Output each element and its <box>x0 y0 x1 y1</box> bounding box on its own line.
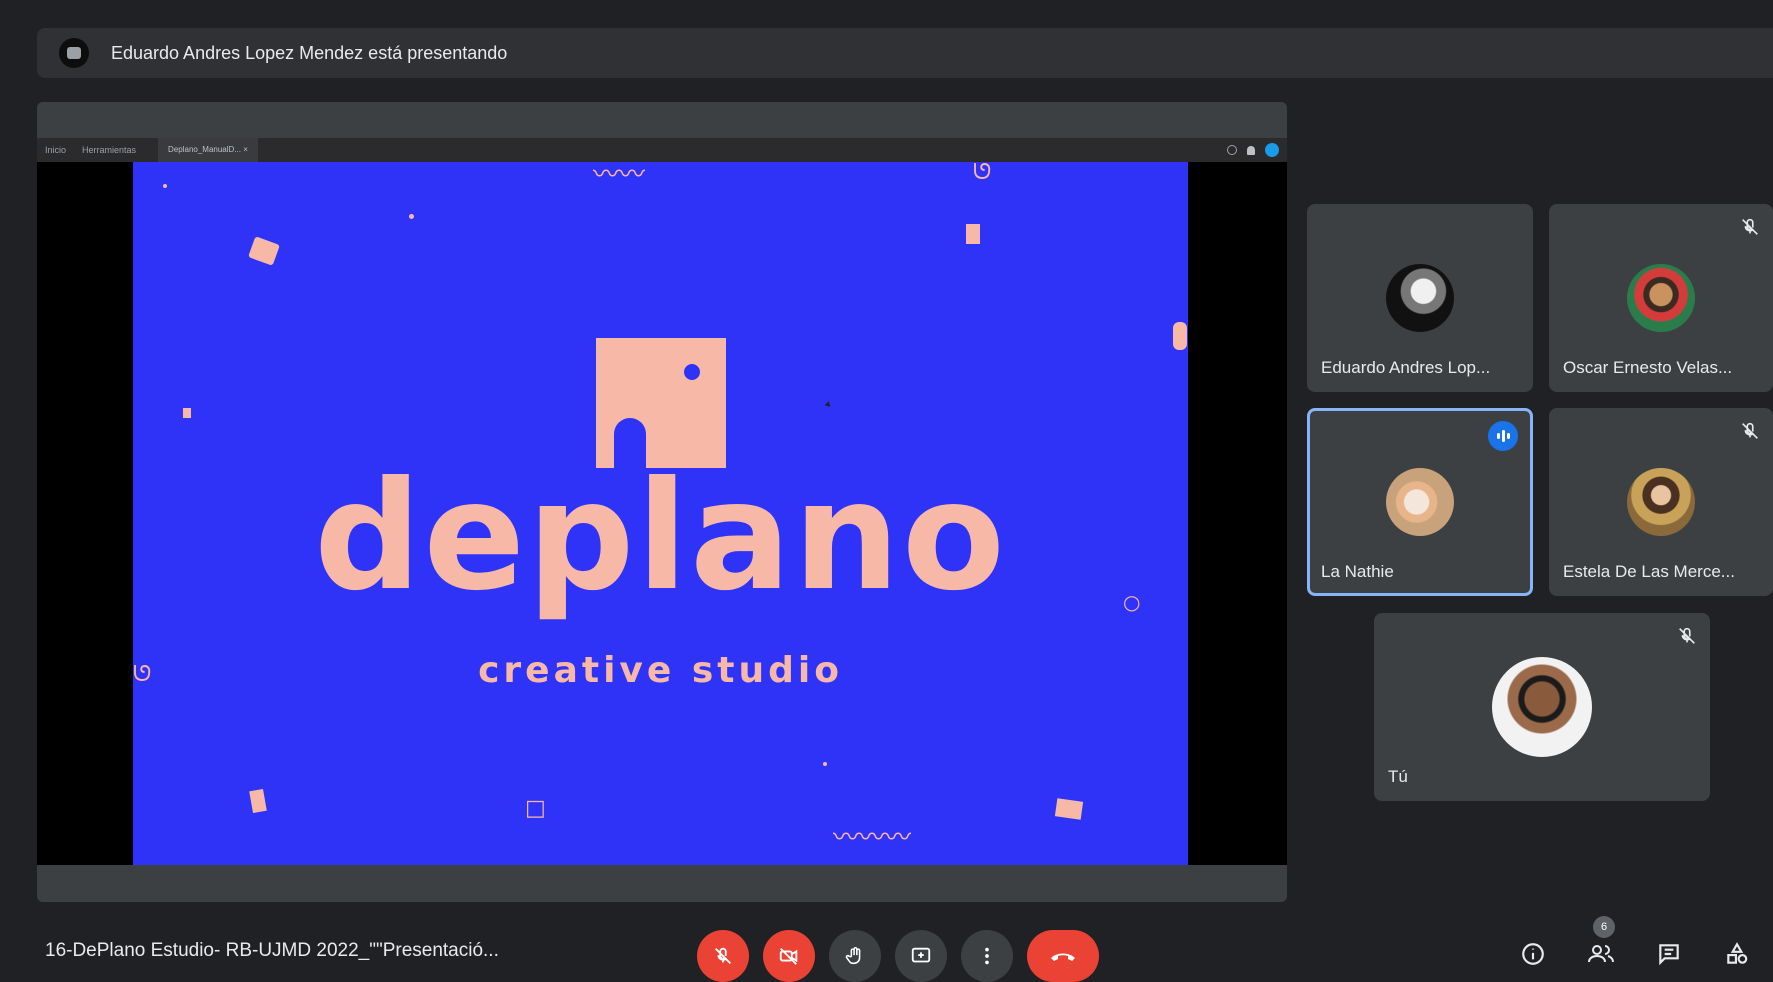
people-icon <box>1588 945 1614 963</box>
presenting-text: Eduardo Andres Lopez Mendez está present… <box>111 42 508 63</box>
info-icon <box>1522 943 1544 965</box>
more-vert-icon <box>985 947 989 965</box>
squiggle-shape: ᘎ <box>973 162 992 185</box>
confetti-shape <box>1054 798 1084 820</box>
participant-count-badge: 6 <box>1593 916 1615 938</box>
avatar <box>1386 264 1454 332</box>
account-avatar <box>1265 143 1279 157</box>
slide-wordmark: deplano <box>314 450 1007 624</box>
participant-tile[interactable]: Estela De Las Merce... <box>1549 408 1773 596</box>
slide-viewer: 〰〰 〰〰〰 ᘎ ᘎ ○ □ deplano creative studio <box>37 162 1287 865</box>
chat-button[interactable] <box>1651 936 1687 972</box>
presenting-banner: Eduardo Andres Lopez Mendez está present… <box>37 28 1773 78</box>
mic-toggle-button[interactable] <box>697 930 749 982</box>
hand-icon <box>845 947 861 965</box>
squiggle-shape: □ <box>525 796 546 821</box>
speaking-indicator-icon <box>1488 421 1518 451</box>
more-options-button[interactable] <box>961 930 1013 982</box>
confetti-shape <box>249 788 267 814</box>
participant-tile-active-speaker[interactable]: La Nathie <box>1307 408 1533 596</box>
confetti-dot <box>409 214 414 219</box>
chat-icon <box>1659 944 1679 966</box>
browser-menu-item: Inicio <box>45 145 67 155</box>
meet-window: Eduardo Andres Lopez Mendez está present… <box>0 0 1773 982</box>
meeting-details-button[interactable] <box>1515 936 1551 972</box>
confetti-shape <box>966 224 980 244</box>
raise-hand-button[interactable] <box>829 930 881 982</box>
slide: 〰〰 〰〰〰 ᘎ ᘎ ○ □ deplano creative studio <box>133 162 1188 865</box>
confetti-dot <box>823 762 827 766</box>
mic-off-icon <box>1679 627 1695 644</box>
call-controls <box>697 930 1099 982</box>
participant-tile[interactable]: Eduardo Andres Lop... <box>1307 204 1533 392</box>
mic-off-icon <box>1742 218 1758 235</box>
activities-icon <box>1727 942 1748 964</box>
avatar <box>1627 468 1695 536</box>
leave-call-button[interactable] <box>1027 930 1099 982</box>
side-panel-buttons: 6 <box>1515 916 1755 972</box>
activities-button[interactable] <box>1719 936 1755 972</box>
participant-name: Estela De Las Merce... <box>1563 562 1735 581</box>
presenter-avatar <box>59 38 89 68</box>
hangup-icon <box>1051 953 1075 961</box>
camera-off-icon <box>779 948 798 965</box>
presentation-stage[interactable]: Inicio Herramientas Deplano_ManualD... × <box>37 102 1287 902</box>
mic-off-icon <box>715 947 731 964</box>
people-button[interactable]: 6 <box>1583 916 1619 972</box>
present-screen-icon <box>911 947 931 963</box>
participant-name: La Nathie <box>1321 562 1394 581</box>
avatar <box>1492 657 1592 757</box>
confetti-dot <box>163 184 167 188</box>
participant-name: Eduardo Andres Lop... <box>1321 358 1491 377</box>
meeting-title: 16-DePlano Estudio- RB-UJMD 2022_""Prese… <box>45 940 499 961</box>
mouse-cursor-icon <box>824 401 833 409</box>
participant-tile[interactable]: Oscar Ernesto Velas... <box>1549 204 1773 392</box>
squiggle-shape: 〰〰〰 <box>833 823 912 853</box>
confetti-shape <box>1173 322 1187 350</box>
bell-icon <box>1247 145 1255 155</box>
participant-tile-self[interactable]: Tú <box>1374 613 1710 801</box>
browser-tab: Deplano_ManualD... × <box>158 138 258 162</box>
browser-menu-item: Herramientas <box>82 145 137 155</box>
camera-toggle-button[interactable] <box>763 930 815 982</box>
slide-tagline: creative studio <box>478 650 843 691</box>
confetti-shape <box>183 408 191 418</box>
avatar <box>1386 468 1454 536</box>
participant-name: Tú <box>1388 767 1408 786</box>
avatar <box>1627 264 1695 332</box>
shared-browser-bar: Inicio Herramientas Deplano_ManualD... × <box>37 138 1287 162</box>
squiggle-shape: 〰〰 <box>593 162 646 190</box>
present-now-button[interactable] <box>895 930 947 982</box>
mic-off-icon <box>1742 422 1758 439</box>
help-icon <box>1227 145 1237 155</box>
participant-name: Oscar Ernesto Velas... <box>1563 358 1733 377</box>
deplano-logo-mark <box>596 338 726 468</box>
confetti-shape <box>248 236 280 266</box>
